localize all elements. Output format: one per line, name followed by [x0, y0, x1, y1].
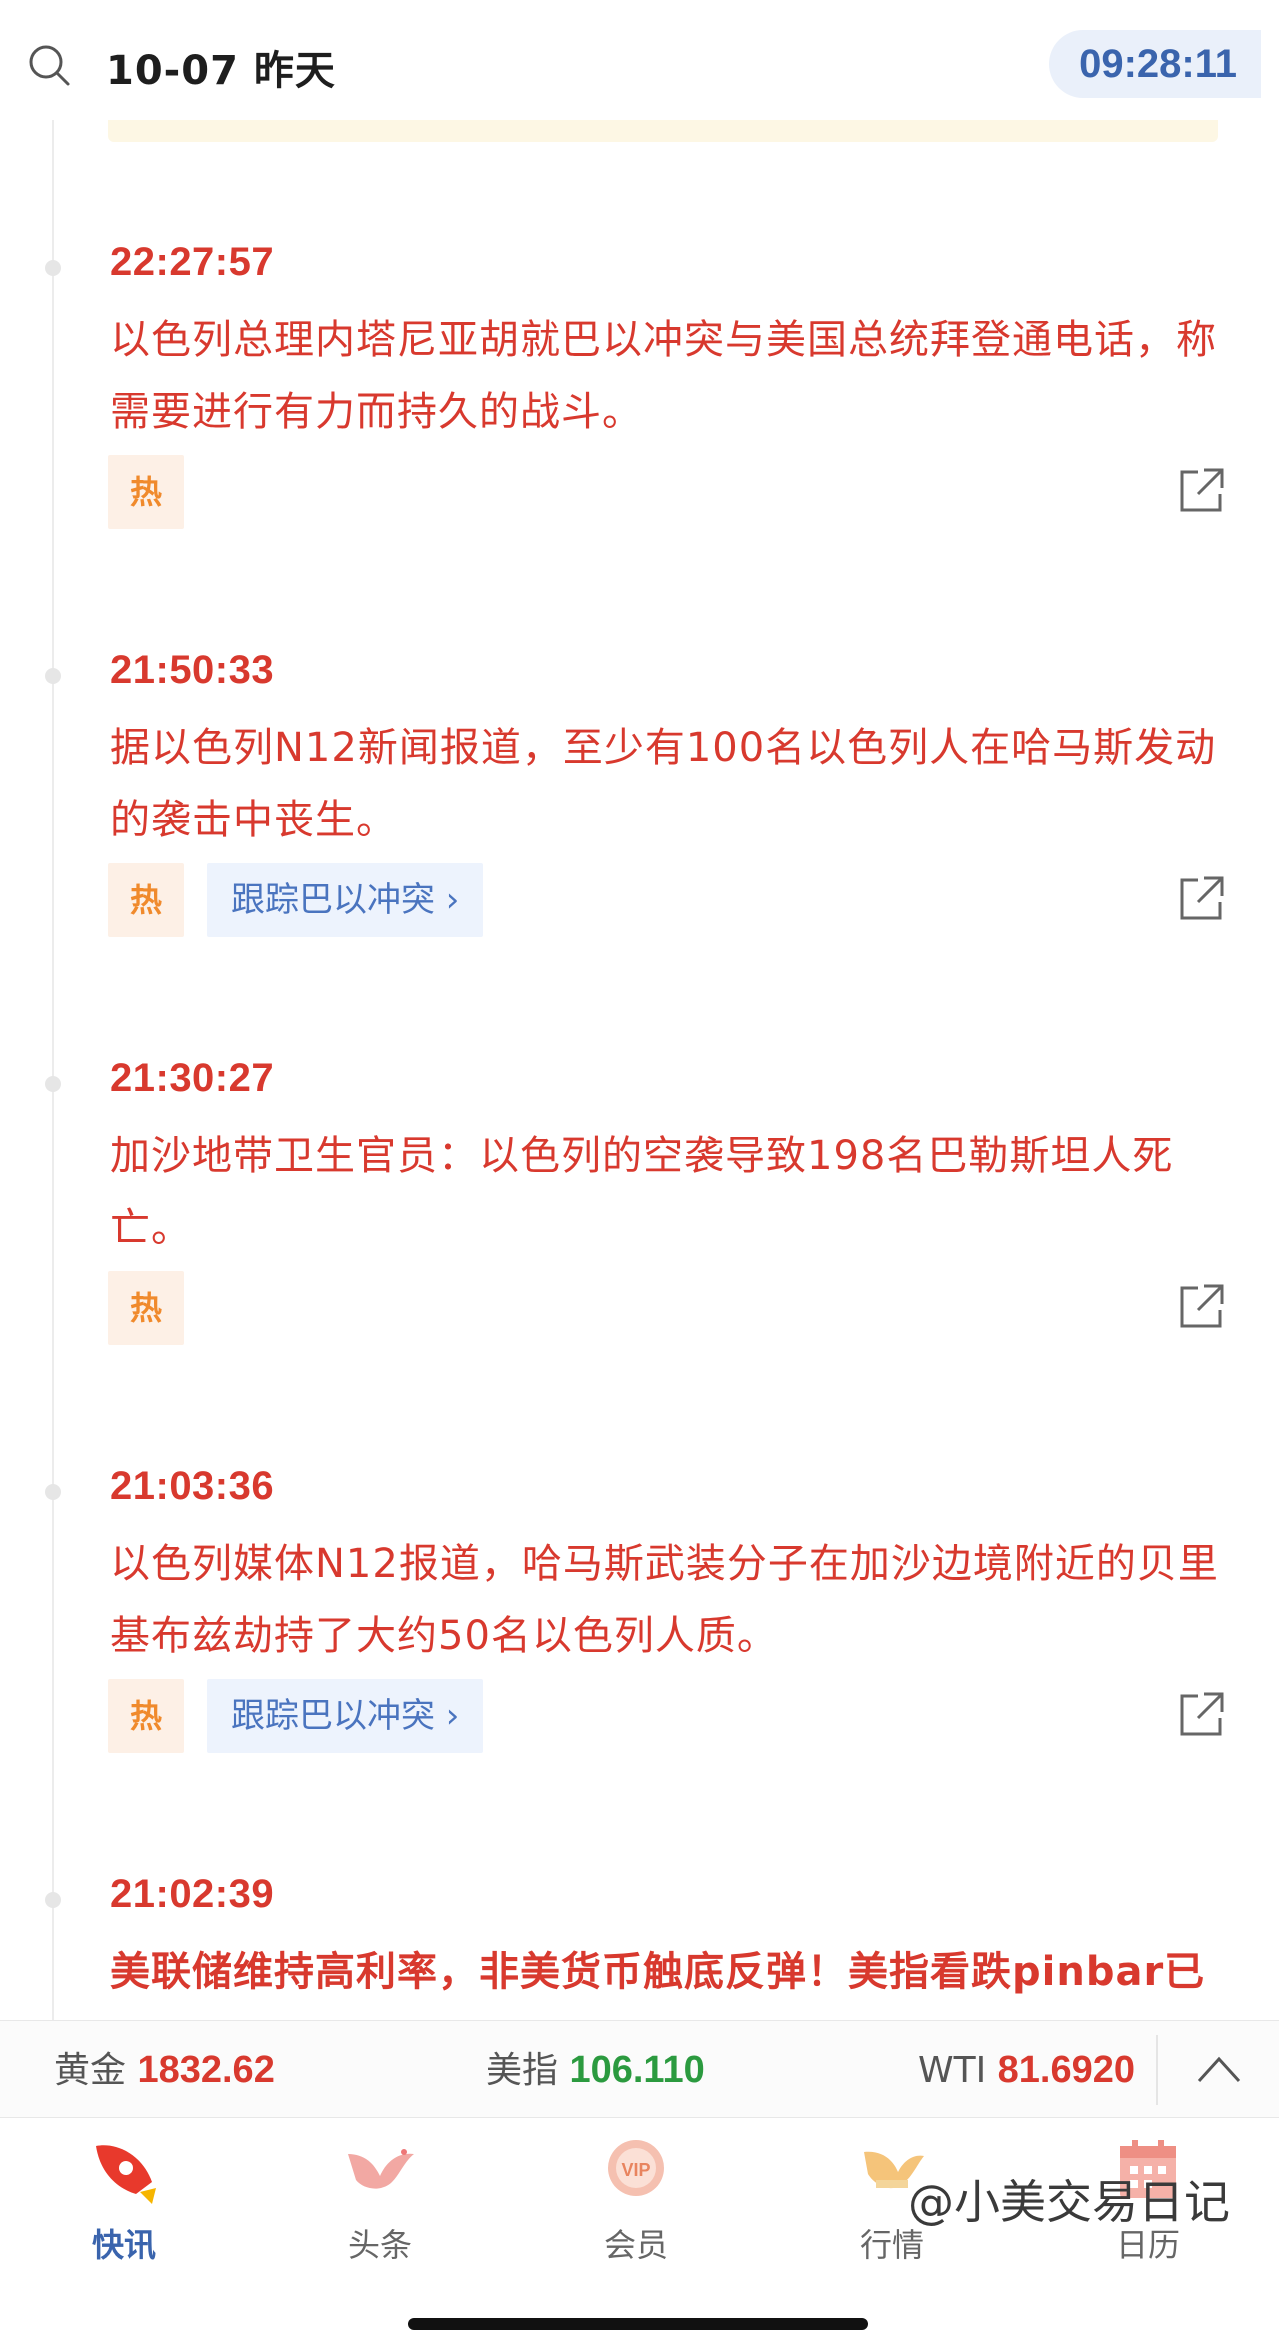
bottom-tab-bar: 快讯 头条 VIP 会员 行情 日历	[0, 2118, 1279, 2349]
timeline-dot	[45, 1076, 61, 1092]
news-text[interactable]: 以色列媒体N12报道，哈马斯武装分子在加沙边境附近的贝里基布兹劫持了大约50名以…	[110, 1528, 1220, 1672]
tab-label: 快讯	[91, 2226, 156, 2264]
timeline-dot	[45, 1484, 61, 1500]
hot-tag: 热	[108, 1271, 184, 1345]
svg-text:VIP: VIP	[621, 2160, 650, 2180]
news-feed[interactable]: 22:27:57 以色列总理内塔尼亚胡就巴以冲突与美国总统拜登通电话，称需要进行…	[0, 120, 1279, 2020]
ticker-gold-value: 1832.62	[137, 2049, 275, 2091]
ticker-gold-label: 黄金	[54, 2050, 127, 2091]
app-screen: 10-07 昨天 09:28:11 22:27:57 以色列总理内塔尼亚胡就巴以…	[0, 0, 1279, 2349]
track-topic-button[interactable]: 跟踪巴以冲突 ›	[207, 863, 484, 937]
hot-tag: 热	[108, 1679, 184, 1753]
timeline-dot	[45, 668, 61, 684]
news-text[interactable]: 据以色列N12新闻报道，至少有100名以色列人在哈马斯发动的袭击中丧生。	[110, 712, 1220, 856]
market-ticker-bar[interactable]: 黄金 1832.62 美指 106.110 WTI 81.6920	[0, 2020, 1279, 2118]
date-label[interactable]: 10-07 昨天	[106, 38, 336, 96]
hot-tag: 热	[108, 455, 184, 529]
ticker-divider	[1156, 2035, 1158, 2105]
track-topic-button[interactable]: 跟踪巴以冲突 ›	[207, 1679, 484, 1753]
share-icon[interactable]	[1176, 1690, 1226, 1740]
ticker-wti-value: 81.6920	[997, 2049, 1136, 2091]
news-text[interactable]: 美联储维持高利率，非美货币触底反弹！美指看跌pinbar已经形成，黄金多头来袭？…	[110, 1936, 1220, 2020]
ticker-usd-index[interactable]: 美指 106.110	[486, 2021, 705, 2119]
share-icon[interactable]	[1176, 1282, 1226, 1332]
news-text[interactable]: 以色列总理内塔尼亚胡就巴以冲突与美国总统拜登通电话，称需要进行有力而持久的战斗。	[110, 304, 1220, 448]
tab-label: 头条	[347, 2226, 412, 2264]
home-indicator	[408, 2318, 868, 2330]
chevron-up-icon[interactable]	[1194, 2049, 1244, 2089]
news-time: 21:50:33	[110, 648, 275, 692]
news-text[interactable]: 加沙地带卫生官员：以色列的空袭导致198名巴勒斯坦人死亡。	[110, 1120, 1220, 1264]
ticker-wti-label: WTI	[918, 2050, 987, 2091]
share-icon[interactable]	[1176, 874, 1226, 924]
tab-flash-news[interactable]: 快讯	[44, 2132, 204, 2282]
news-time: 21:02:39	[110, 1872, 275, 1916]
news-time: 21:30:27	[110, 1056, 275, 1100]
share-icon[interactable]	[1176, 466, 1226, 516]
search-icon[interactable]	[26, 42, 72, 88]
rocket-icon	[96, 2145, 156, 2204]
tab-membership[interactable]: VIP 会员	[556, 2132, 716, 2282]
news-time: 21:03:36	[110, 1464, 275, 1508]
vip-badge-icon: VIP	[608, 2140, 664, 2196]
hot-tag: 热	[108, 863, 184, 937]
dove-icon	[348, 2149, 414, 2189]
ticker-gold[interactable]: 黄金 1832.62	[54, 2021, 275, 2119]
timeline-dot	[45, 260, 61, 276]
clock-badge: 09:28:11	[1049, 30, 1261, 98]
watermark: @小美交易日记	[908, 2175, 1230, 2229]
tab-headlines[interactable]: 头条	[300, 2132, 460, 2282]
timeline-dot	[45, 1892, 61, 1908]
ticker-usd-value: 106.110	[569, 2049, 705, 2091]
header: 10-07 昨天 09:28:11	[0, 0, 1279, 120]
tab-label: 会员	[603, 2226, 668, 2264]
ticker-wti[interactable]: WTI 81.6920	[918, 2021, 1135, 2119]
ticker-usd-label: 美指	[486, 2050, 559, 2091]
news-time: 22:27:57	[110, 240, 275, 284]
